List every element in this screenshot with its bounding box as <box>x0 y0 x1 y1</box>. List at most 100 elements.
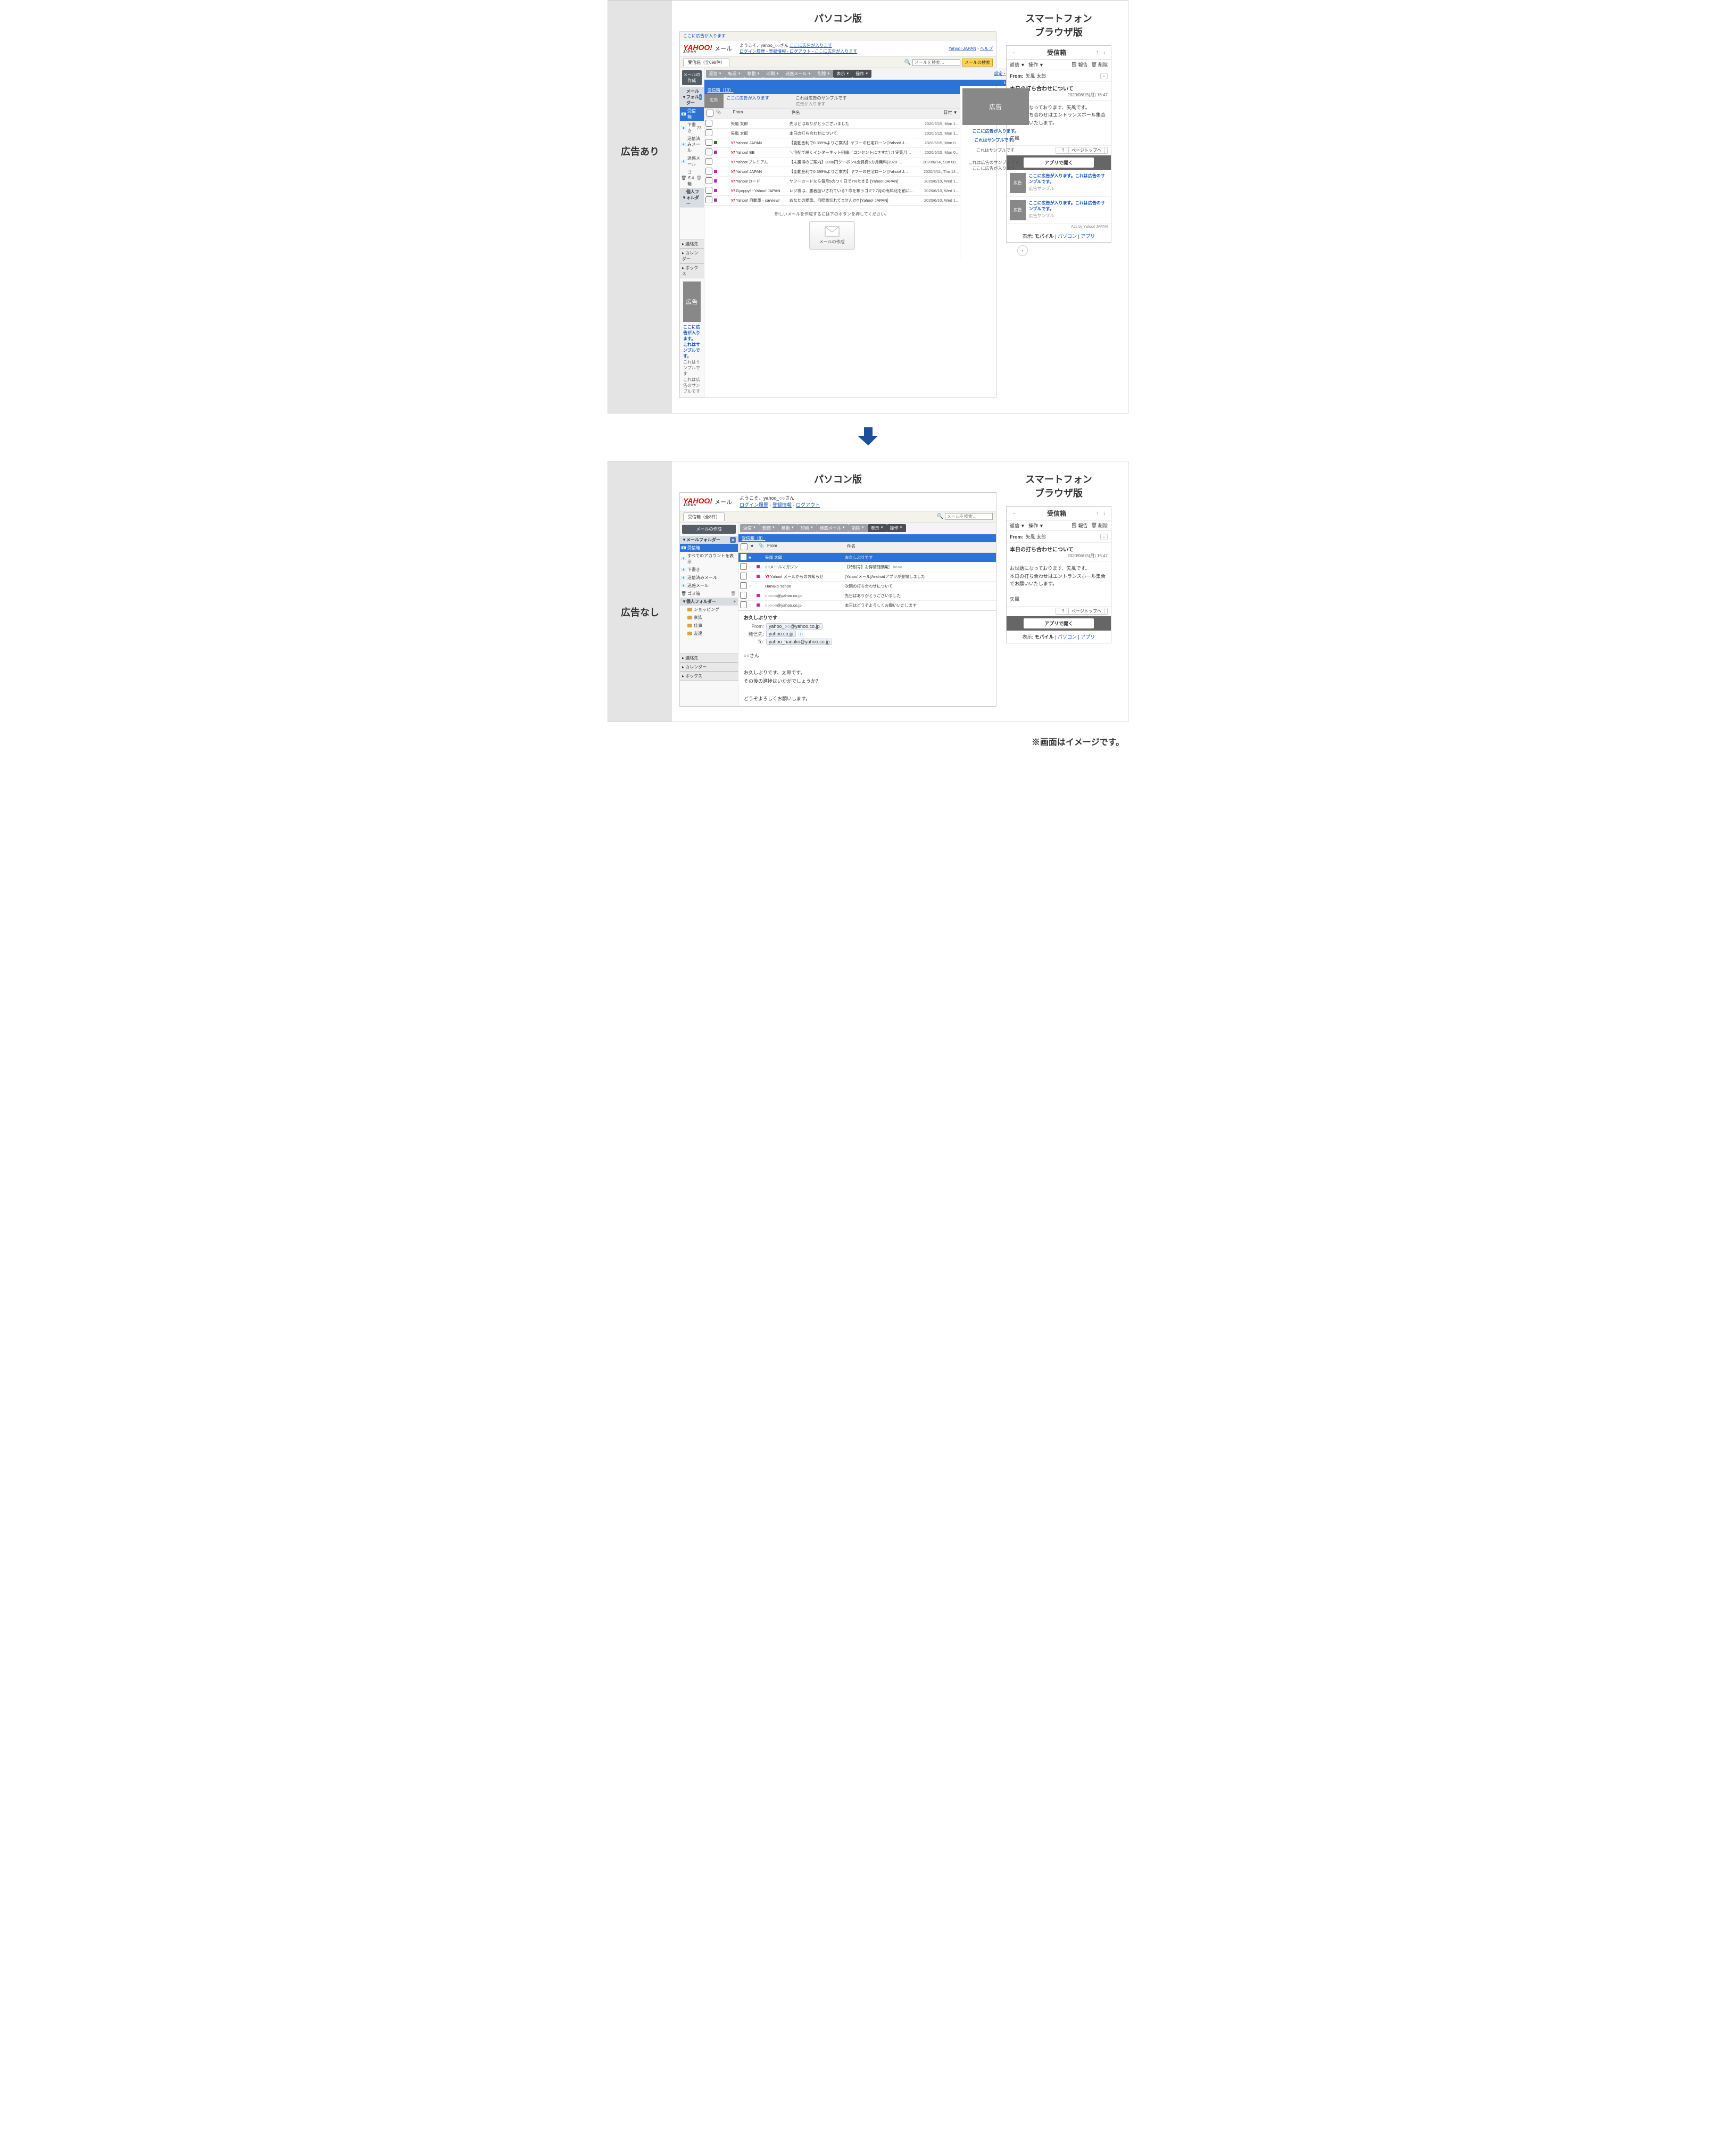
to-chip[interactable]: yahoo.co.jp <box>766 631 796 637</box>
inbox-tab[interactable]: 受信箱（全698件） <box>683 58 729 67</box>
register-info-link[interactable]: 登録情報 <box>773 502 792 508</box>
mail-row[interactable]: Y!Yahoo! 自動車 - carview! あなたの愛車、自賠責切れてません… <box>704 196 960 205</box>
ops-button[interactable]: 操作 ▼ <box>1028 61 1044 68</box>
to2-chip[interactable]: yahoo_hanako@yahoo.co.jp <box>766 639 832 645</box>
sidebar-ad[interactable]: 広告 ここに広告が入ります。 これはサンプルです。 これはサンプルです これは広… <box>683 282 701 394</box>
toolbar-button[interactable]: 操作 ▼ <box>887 524 906 532</box>
pagetop-button[interactable]: ⤒ ページトップへ <box>1056 147 1108 154</box>
search-input[interactable] <box>945 513 993 520</box>
select-all-checkbox[interactable] <box>707 110 713 117</box>
delete-button[interactable]: 🗑削除 <box>1091 61 1108 68</box>
reply-button[interactable]: 返信 ▼ <box>1010 522 1025 529</box>
sidebar-personal-folder[interactable]: 家族 <box>680 614 738 622</box>
toolbar-button[interactable]: 表示 ▼ <box>868 524 887 532</box>
sidebar-section[interactable]: ▸ 連絡先 <box>680 653 738 663</box>
toolbar-button[interactable]: 転送 ▼ <box>725 70 744 78</box>
row-checkbox[interactable] <box>705 120 712 127</box>
down-icon[interactable]: ↓ <box>1101 510 1108 516</box>
up-icon[interactable]: ↑ <box>1094 49 1101 55</box>
toolbar-button[interactable]: 迷惑メール ▼ <box>817 524 849 532</box>
top-ad-bar[interactable]: ここに広告が入ります <box>680 32 996 40</box>
inbox-header[interactable]: 受信箱（10） <box>704 86 960 94</box>
row-checkbox[interactable] <box>740 563 747 570</box>
from-chip[interactable]: yahoo_○○@yahoo.co.jp <box>766 623 823 630</box>
toolbar-button[interactable]: 迷惑メール ▼ <box>782 70 814 78</box>
row-checkbox[interactable] <box>705 177 712 184</box>
compose-button[interactable]: メールの作成 <box>682 525 736 534</box>
compose-large-button[interactable]: メールの作成 <box>809 221 855 250</box>
mail-row[interactable]: Y!Yahoo! JAPAN 【変動金利で0.399%よりご案内】ヤフーの住宅ロ… <box>704 167 960 177</box>
mail-row[interactable]: ★ 矢風 太郎 お久しぶりです <box>738 553 996 562</box>
row-checkbox[interactable] <box>705 139 712 146</box>
row-checkbox[interactable] <box>740 553 747 560</box>
folders-header[interactable]: ▼ メールフォルダー« <box>680 536 738 544</box>
report-button[interactable]: 🗒報告 <box>1071 522 1087 529</box>
toolbar-button[interactable]: 転送 ▼ <box>759 524 778 532</box>
mail-row[interactable]: Y!Yahoo! JAPAN 【変動金利で0.399%よりご案内】ヤフーの住宅ロ… <box>704 138 960 148</box>
toolbar-button[interactable]: 削除 ▼ <box>814 70 833 78</box>
row-checkbox[interactable] <box>705 129 712 136</box>
toolbar-button[interactable]: 返信 ▼ <box>706 70 725 78</box>
mail-row[interactable]: Y!Gyoppy! - Yahoo! JAPAN レジ袋は、悪者扱いされている?… <box>704 186 960 196</box>
yahoo-logo[interactable]: YAHOO!JAPAN <box>683 43 712 54</box>
sidebar-folder[interactable]: 📧下書き <box>680 566 738 574</box>
toolbar-button[interactable]: 操作 ▼ <box>852 70 871 78</box>
inbox-tab[interactable]: 受信箱（全8件） <box>683 512 725 521</box>
header-ad-link-1[interactable]: ここに広告が入ります <box>790 43 832 48</box>
sidebar-folder[interactable]: 🗑ゴミ箱4🗑 <box>680 168 704 188</box>
open-app-button[interactable]: アプリで開く <box>1024 158 1094 168</box>
toolbar-button[interactable]: 表示 ▼ <box>833 70 852 78</box>
mail-row[interactable]: Y!Yahoo!プレミアム 【未獲得のご案内】2000円クーポン&会員費6カ月無… <box>704 158 960 167</box>
ops-button[interactable]: 操作 ▼ <box>1028 522 1044 529</box>
compose-button[interactable]: メールの作成 <box>682 70 702 85</box>
toolbar-button[interactable]: 印刷 ▼ <box>798 524 817 532</box>
info-icon[interactable]: ⓘ <box>798 631 803 638</box>
right-ad-column[interactable]: 広告 ここに広告が入ります。 これはサンプルです。 これはサンプルです これは広… <box>960 86 1031 259</box>
sidebar-folder[interactable]: 🗑ゴミ箱🗑 <box>680 590 738 598</box>
mail-row[interactable]: ☆ ○○○○○@yahoo.co.jp 先日はありがとうございました <box>738 591 996 601</box>
inbox-header[interactable]: 受信箱（8） <box>738 534 996 542</box>
sidebar-folder[interactable]: 📧受信箱8 <box>680 544 738 552</box>
toolbar-button[interactable]: 移動 ▼ <box>744 70 763 78</box>
folders-header[interactable]: ▼ メールフォルダー« <box>680 87 704 107</box>
footer-pc-link[interactable]: パソコン <box>1058 234 1077 239</box>
pagetop-button[interactable]: ⤒ ページトップへ <box>1056 608 1108 615</box>
footer-pc-link[interactable]: パソコン <box>1058 634 1077 640</box>
row-checkbox[interactable] <box>740 573 747 580</box>
mail-row[interactable]: ☆ ○○○○○@yahoo.co.jp 本日はどうぞよろしくお願いいたします <box>738 601 996 610</box>
row-checkbox[interactable] <box>705 148 712 155</box>
collapse-icon[interactable]: « <box>730 537 736 543</box>
sidebar-folder[interactable]: 📧送信済みメール <box>680 574 738 582</box>
open-app-button[interactable]: アプリで開く <box>1024 618 1094 628</box>
delete-button[interactable]: 🗑削除 <box>1091 522 1108 529</box>
sidebar-folder[interactable]: 📧送信済みメール <box>680 135 704 154</box>
row-checkbox[interactable] <box>740 582 747 589</box>
report-button[interactable]: 🗒報告 <box>1071 61 1087 68</box>
select-all-checkbox[interactable] <box>741 543 747 550</box>
logout-link[interactable]: ログアウト <box>796 502 820 508</box>
footer-app-link[interactable]: アプリ <box>1081 234 1095 239</box>
yahoo-logo[interactable]: YAHOO!JAPAN <box>683 496 712 507</box>
expand-from-icon[interactable]: ⌄ <box>1100 534 1108 540</box>
sidebar-personal-folder[interactable]: 友達 <box>680 630 738 638</box>
reply-button[interactable]: 返信 ▼ <box>1010 61 1025 68</box>
sidebar-section[interactable]: ▸ カレンダー <box>680 663 738 672</box>
mail-row[interactable]: Y!Yahoo!カード ヤフーカードなら毎月5のつく日で7%たまる [Yahoo… <box>704 177 960 186</box>
sidebar-folder[interactable]: 📧受信箱10 <box>680 107 704 121</box>
login-history-link[interactable]: ログイン履歴 <box>740 502 768 508</box>
yahoo-japan-link[interactable]: Yahoo! JAPAN <box>949 46 976 51</box>
sidebar-folder[interactable]: 📧迷惑メール <box>680 582 738 590</box>
personal-header[interactable]: ▼ 個人フォルダー <box>680 188 704 208</box>
mail-row[interactable]: Y!Yahoo! BB ＼宅配で届くインターネット回線／コンセントにさすだけ! … <box>704 148 960 158</box>
footer-app-link[interactable]: アプリ <box>1081 634 1095 640</box>
header-links[interactable]: ログイン履歴 - 登録情報 - ログアウト - <box>740 49 815 54</box>
back-icon[interactable]: ← <box>1010 510 1019 516</box>
mail-row[interactable]: ☆ Y!Yahoo! メールからのお知らせ [Yahoo!メール]Android… <box>738 572 996 582</box>
row-checkbox[interactable] <box>705 187 712 194</box>
toolbar-button[interactable]: 印刷 ▼ <box>763 70 782 78</box>
sidebar-personal-folder[interactable]: 仕事 <box>680 622 738 630</box>
up-icon[interactable]: ↑ <box>1094 510 1101 516</box>
sidebar-section[interactable]: ▸ ボックス <box>680 672 738 681</box>
sidebar-personal-folder[interactable]: ショッピング <box>680 606 738 614</box>
sidebar-folder[interactable]: 📧すべてのアカウントを表示 <box>680 552 738 566</box>
